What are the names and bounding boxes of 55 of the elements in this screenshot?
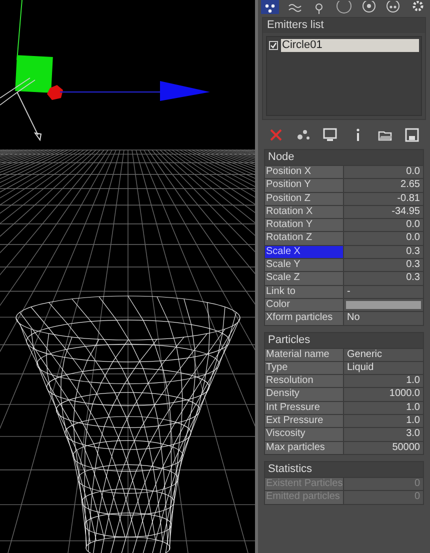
value-field[interactable]: -34.95 [344, 206, 423, 218]
property-label[interactable]: Ext Pressure [265, 415, 343, 428]
property-label[interactable]: Scale Y [265, 259, 343, 272]
property-label[interactable]: Int Pressure [265, 402, 343, 414]
value-field[interactable]: -0.81 [344, 192, 423, 205]
property-label[interactable]: Link to [265, 286, 343, 298]
section-header: Particles [265, 332, 423, 348]
value-field[interactable]: 1000.0 [344, 388, 423, 401]
value-field[interactable]: 0.0 [344, 166, 423, 178]
property-label[interactable]: Density [265, 388, 343, 401]
value-field[interactable]: 1.0 [344, 375, 423, 388]
property-label[interactable]: Viscosity [265, 428, 343, 441]
panel-header: Emitters list [263, 18, 425, 33]
value-field[interactable]: 0.3 [344, 272, 423, 285]
monitor-icon[interactable] [322, 127, 338, 143]
value-field[interactable]: 1.0 [344, 415, 423, 428]
value-field[interactable]: No [344, 312, 423, 325]
property-label[interactable]: Type [265, 362, 343, 374]
value-field[interactable]: 0.0 [344, 232, 423, 245]
property-label[interactable]: Xform particles [265, 312, 343, 325]
save-icon[interactable] [404, 127, 420, 143]
property-label[interactable]: Resolution [265, 375, 343, 388]
face-icon [385, 1, 402, 14]
section-header: Statistics [265, 462, 423, 477]
value-field[interactable]: 1.0 [344, 402, 423, 414]
panel-tab[interactable] [334, 0, 353, 14]
property-label[interactable]: Rotation Z [265, 232, 343, 245]
property-label[interactable]: Rotation X [265, 206, 343, 218]
property-label[interactable]: Position Y [265, 179, 343, 192]
value-field[interactable]: Liquid [344, 362, 423, 374]
color-swatch[interactable] [346, 301, 421, 310]
value-field[interactable]: Generic [344, 348, 423, 361]
property-label[interactable]: Position X [265, 166, 343, 178]
property-label[interactable]: Material name [265, 348, 343, 361]
value-field[interactable]: 2.65 [344, 179, 423, 192]
value-field[interactable]: 0.3 [344, 259, 423, 272]
panel-tab[interactable] [360, 0, 378, 14]
property-label[interactable]: Rotation Y [265, 219, 343, 232]
property-label[interactable]: Max particles [265, 442, 343, 454]
panel-tab[interactable] [384, 0, 402, 14]
list-item[interactable]: Circle01 [281, 39, 419, 52]
value-field[interactable]: 50000 [344, 442, 423, 454]
value-field[interactable]: 3.0 [344, 428, 423, 441]
section-header: Node [265, 150, 423, 165]
wave-icon [286, 1, 303, 14]
checkbox[interactable] [269, 41, 278, 50]
property-label[interactable]: Position Z [265, 192, 343, 205]
value-field[interactable]: 0.0 [344, 219, 423, 232]
value-field[interactable]: 0.3 [344, 246, 423, 258]
panel-tab[interactable] [261, 0, 280, 14]
value-field[interactable]: - [344, 286, 423, 298]
target-icon [360, 1, 377, 14]
property-label[interactable]: Scale Z [265, 272, 343, 285]
property-label[interactable]: Scale X [265, 246, 343, 258]
property-label[interactable]: Color [265, 298, 343, 312]
